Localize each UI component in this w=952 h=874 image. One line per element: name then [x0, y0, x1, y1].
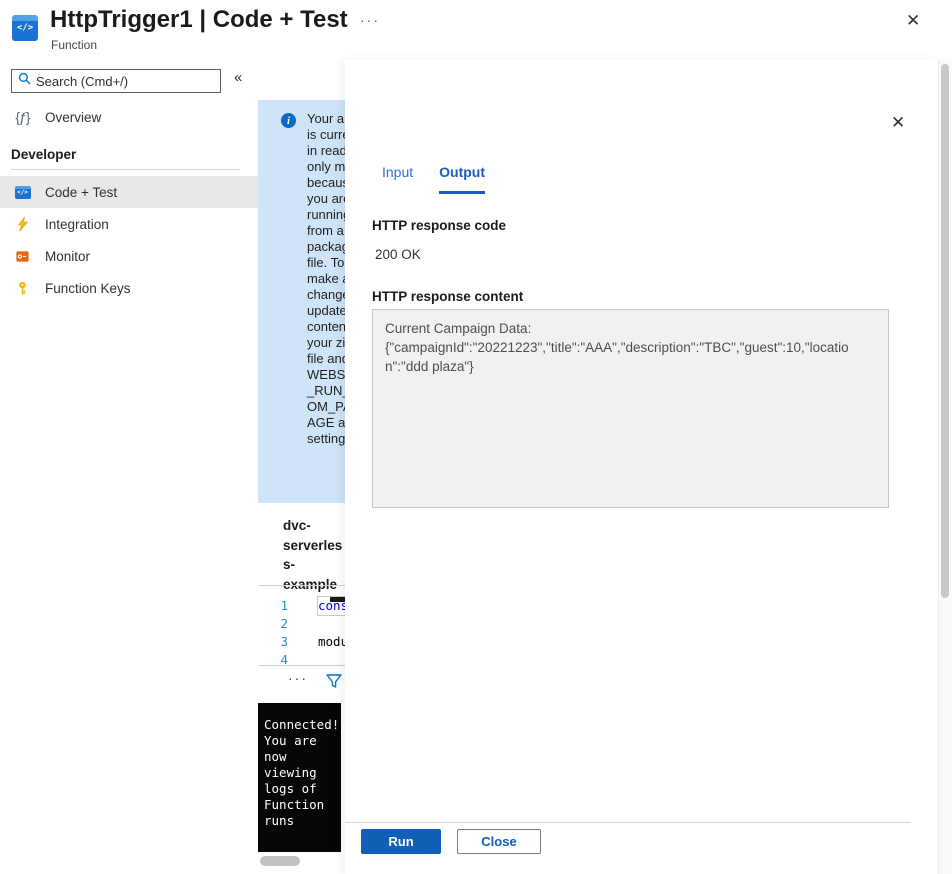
- editor-top-divider: [258, 585, 345, 586]
- panel-close-icon[interactable]: ✕: [891, 114, 905, 131]
- title-more-icon[interactable]: ···: [360, 12, 380, 28]
- http-response-content-box: Current Campaign Data: {"campaignId":"20…: [372, 309, 889, 508]
- close-button[interactable]: Close: [457, 829, 541, 854]
- http-response-code-label: HTTP response code: [372, 218, 506, 233]
- sidebar-search[interactable]: [11, 69, 221, 93]
- input-output-tabs: Input Output: [382, 164, 485, 194]
- blade-name: | Code + Test: [199, 6, 347, 33]
- info-icon: i: [281, 113, 296, 128]
- line-number: 1: [258, 597, 288, 615]
- vertical-scrollbar-thumb[interactable]: [941, 64, 949, 598]
- key-icon: [14, 280, 31, 297]
- logs-toolbar-divider: [258, 665, 345, 666]
- sidebar-item-overview[interactable]: {ƒ} Overview: [0, 101, 258, 133]
- filter-funnel-icon[interactable]: [324, 671, 344, 691]
- function-app-name: dvc-serverless-example: [283, 516, 345, 594]
- function-app-icon: </>: [12, 15, 38, 41]
- sidebar-item-label: Monitor: [45, 249, 90, 264]
- blade-close-icon[interactable]: ✕: [906, 12, 920, 29]
- overview-icon: {ƒ}: [14, 109, 31, 126]
- sidebar-item-label: Overview: [45, 110, 101, 125]
- read-only-banner-text: Your app is currently in read only mode …: [307, 111, 345, 447]
- page-subtitle: Function: [51, 38, 97, 52]
- page-title: HttpTrigger1 | Code + Test: [50, 6, 348, 34]
- sidebar-item-label: Function Keys: [45, 281, 131, 296]
- console-log-text: Connected! You are now viewing logs of F…: [264, 717, 322, 829]
- sidebar-item-label: Code + Test: [45, 185, 117, 200]
- line-number: 2: [258, 615, 288, 633]
- http-response-code-value: 200 OK: [375, 247, 421, 262]
- sidebar-item-label: Integration: [45, 217, 109, 232]
- function-name: HttpTrigger1: [50, 6, 193, 33]
- code-token: module: [318, 633, 345, 651]
- editor-line: 4: [258, 651, 345, 664]
- line-number: 4: [258, 651, 288, 664]
- editor-line: 3 module: [258, 633, 345, 651]
- search-input[interactable]: [36, 74, 214, 89]
- editor-line: 2: [258, 615, 345, 633]
- line-number: 3: [258, 633, 288, 651]
- tab-output[interactable]: Output: [439, 164, 485, 194]
- sidebar-collapse-icon[interactable]: «: [234, 70, 242, 85]
- logs-more-icon[interactable]: ···: [288, 670, 308, 686]
- test-run-panel: ✕ Input Output HTTP response code 200 OK…: [345, 60, 938, 874]
- sidebar-item-monitor[interactable]: Monitor: [0, 240, 258, 272]
- run-button[interactable]: Run: [361, 829, 441, 854]
- sidebar-section-developer: Developer: [11, 147, 76, 162]
- panel-footer-divider: [345, 822, 911, 823]
- editor-overview-marker: [330, 597, 345, 602]
- lightning-bolt-icon: [14, 216, 31, 233]
- code-test-workspace: i Your app is currently in read only mod…: [258, 60, 345, 874]
- horizontal-scrollbar-thumb[interactable]: [260, 856, 300, 866]
- monitor-icon: [14, 248, 31, 265]
- sidebar-item-code-test[interactable]: </> Code + Test: [0, 176, 258, 208]
- http-response-content-label: HTTP response content: [372, 289, 523, 304]
- code-test-icon: </>: [14, 184, 31, 201]
- tab-input[interactable]: Input: [382, 164, 413, 194]
- read-only-info-banner: i Your app is currently in read only mod…: [258, 100, 345, 503]
- sidebar-item-integration[interactable]: Integration: [0, 208, 258, 240]
- sidebar-divider: [11, 169, 240, 170]
- logs-console: Connected! You are now viewing logs of F…: [258, 703, 341, 852]
- sidebar-item-function-keys[interactable]: Function Keys: [0, 272, 258, 304]
- search-icon: [18, 72, 31, 90]
